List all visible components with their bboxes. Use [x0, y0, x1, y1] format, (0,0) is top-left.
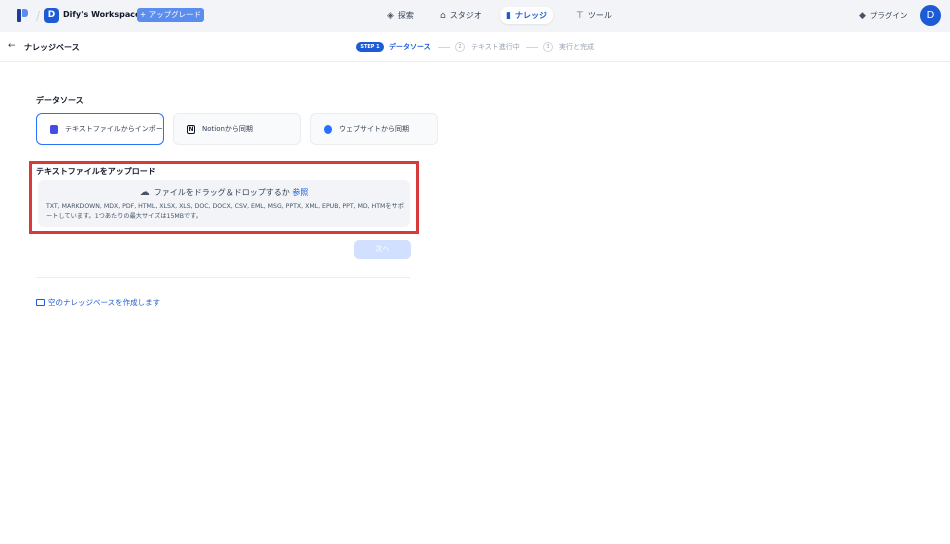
robot-icon: ⌂: [440, 11, 446, 21]
dify-logo[interactable]: [17, 9, 29, 22]
nav-studio[interactable]: ⌂ スタジオ: [434, 7, 488, 24]
nav-explore-label: 探索: [397, 11, 414, 20]
plugin-button[interactable]: ◆ プラグイン: [853, 7, 913, 24]
step-3-label: 実行と完成: [559, 43, 594, 51]
page-title: ナレッジベース: [24, 43, 80, 52]
back-arrow-icon[interactable]: ←: [8, 41, 16, 51]
nav-separator: /: [36, 9, 41, 23]
datasource-title: データソース: [36, 96, 84, 105]
nav-studio-label: スタジオ: [449, 11, 482, 20]
nav-knowledge-label: ナレッジ: [514, 11, 547, 20]
create-empty-kb-link[interactable]: 空のナレッジベースを作成します: [36, 297, 160, 308]
step-connector: [526, 47, 538, 48]
datasource-option-file[interactable]: テキストファイルからインポート: [36, 113, 164, 145]
nav-tools[interactable]: ⊤ ツール: [570, 7, 618, 24]
create-empty-kb-label: 空のナレッジベースを作成します: [48, 298, 161, 307]
book-icon: ▮: [506, 11, 511, 21]
step-1-badge: STEP 1: [356, 42, 384, 52]
step-2-number: 2: [455, 42, 465, 52]
nav-knowledge[interactable]: ▮ ナレッジ: [500, 7, 553, 24]
plus-icon: +: [139, 10, 147, 19]
nav-tools-label: ツール: [587, 11, 612, 20]
drop-instruction: ☁ ファイルをドラッグ＆ドロップするか 参照: [38, 187, 410, 198]
browse-link[interactable]: 参照: [292, 188, 308, 197]
next-button[interactable]: 次へ: [354, 240, 411, 259]
page-header: ← ナレッジベース STEP 1 データソース 2 テキスト進行中 3 実行と完…: [0, 32, 950, 62]
datasource-option-label: Notionから同期: [202, 125, 253, 133]
datasource-option-label: テキストファイルからインポート: [65, 125, 164, 133]
datasource-option-notion[interactable]: N Notionから同期: [173, 113, 301, 145]
file-icon: [50, 124, 58, 134]
step-connector: [438, 47, 450, 48]
top-navbar: / D Dify's Workspace ⌄ + アップグレード ◈ 探索 ⌂ スタ…: [0, 0, 950, 32]
chevron-down-icon[interactable]: ⌄: [127, 10, 133, 18]
file-dropzone[interactable]: ☁ ファイルをドラッグ＆ドロップするか 参照 TXT, MARKDOWN, MDX…: [38, 180, 410, 227]
upgrade-button[interactable]: + アップグレード: [137, 8, 204, 22]
step-1-label: データソース: [389, 43, 431, 51]
cloud-upload-icon: ☁: [139, 187, 150, 198]
drop-text: ファイルをドラッグ＆ドロップするか: [153, 188, 290, 197]
step-3-number: 3: [543, 42, 553, 52]
datasource-option-label: ウェブサイトから同期: [339, 125, 409, 133]
wrench-icon: ⊤: [576, 11, 584, 21]
supported-formats: TXT, MARKDOWN, MDX, PDF, HTML, XLSX, XLS…: [46, 203, 404, 220]
cube-icon: ◆: [859, 11, 866, 21]
globe-icon: [324, 124, 332, 134]
compass-icon: ◈: [387, 11, 394, 21]
plugin-label: プラグイン: [869, 11, 908, 20]
notion-icon: N: [187, 124, 195, 134]
datasource-option-website[interactable]: ウェブサイトから同期: [310, 113, 438, 145]
step-2-label: テキスト進行中: [471, 43, 520, 51]
nav-explore[interactable]: ◈ 探索: [381, 7, 420, 24]
workspace-avatar[interactable]: D: [44, 8, 59, 23]
folder-icon: [36, 299, 45, 306]
divider: [36, 277, 410, 278]
upload-title: テキストファイルをアップロード: [36, 167, 156, 176]
upgrade-label: アップグレード: [148, 10, 202, 19]
user-avatar[interactable]: D: [920, 5, 941, 26]
